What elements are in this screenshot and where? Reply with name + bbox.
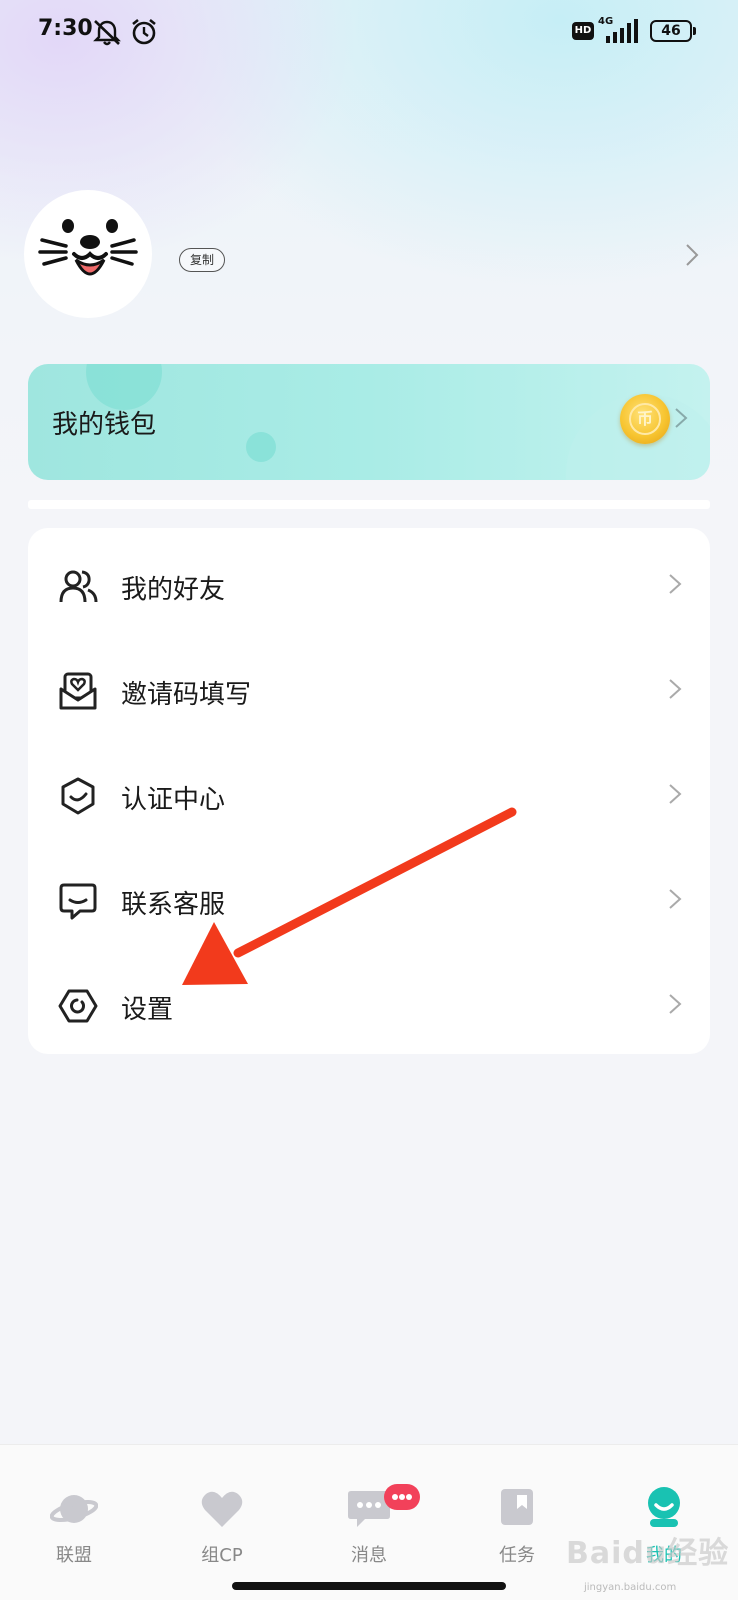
wallet-card[interactable]: 我的钱包 币 <box>28 364 710 480</box>
menu-item-label: 认证中心 <box>121 785 226 815</box>
watermark: Baidu经验 <box>566 1536 730 1571</box>
tab-alliance[interactable]: 联盟 <box>0 1445 148 1566</box>
status-time: 7:30 <box>38 16 93 41</box>
status-bar: 7:30 HD 4G 46 <box>0 0 738 64</box>
menu-item-verification[interactable]: 认证中心 <box>28 742 710 847</box>
menu-item-customer-service[interactable]: 联系客服 <box>28 847 710 952</box>
profile-icon <box>648 1487 680 1527</box>
signal-icon <box>606 19 638 43</box>
wallet-decor-bubble <box>246 432 276 462</box>
settings-icon <box>58 989 98 1023</box>
message-badge <box>384 1484 420 1510</box>
tab-label: 消息 <box>351 1545 387 1566</box>
menu-item-invite-code[interactable]: 邀请码填写 <box>28 637 710 742</box>
menu-item-label: 邀请码填写 <box>121 680 252 710</box>
tab-messages[interactable]: 消息 <box>295 1445 443 1566</box>
menu-item-label: 设置 <box>121 995 174 1025</box>
seal-face-icon <box>38 219 138 276</box>
avatar[interactable] <box>24 190 152 318</box>
chat-service-icon <box>59 883 97 920</box>
invite-mail-icon <box>59 672 97 710</box>
shield-check-icon <box>61 777 95 815</box>
chevron-right-icon <box>669 784 682 804</box>
profile-chevron-right-icon[interactable] <box>684 242 700 268</box>
divider <box>28 500 710 509</box>
alarm-icon <box>132 18 156 45</box>
mute-bell-icon <box>93 20 121 46</box>
coin-icon: 币 <box>620 394 670 444</box>
friends-icon <box>59 570 98 603</box>
coin-symbol: 币 <box>629 403 661 435</box>
bottom-tab-bar: 联盟 组CP 消息 任务 我的 <box>0 1444 738 1600</box>
tab-label: 联盟 <box>56 1545 92 1566</box>
chevron-right-icon <box>669 889 682 909</box>
copy-id-button[interactable]: 复制 <box>179 248 225 272</box>
home-indicator[interactable] <box>232 1582 506 1590</box>
hd-badge: HD <box>572 22 594 40</box>
task-book-icon <box>501 1489 533 1525</box>
menu-item-friends[interactable]: 我的好友 <box>28 532 710 637</box>
tab-label: 组CP <box>201 1545 243 1566</box>
battery-indicator: 46 <box>650 20 696 42</box>
menu-item-settings[interactable]: 设置 <box>28 952 710 1057</box>
chevron-right-icon <box>669 994 682 1014</box>
wallet-chevron-right-icon <box>675 408 688 428</box>
chevron-right-icon <box>669 679 682 699</box>
menu-item-label: 我的好友 <box>121 575 226 605</box>
chevron-right-icon <box>669 574 682 594</box>
menu-list: 我的好友 邀请码填写 认证中心 联系客服 设置 <box>28 528 710 1054</box>
heart-icon <box>201 1491 243 1527</box>
menu-item-label: 联系客服 <box>121 890 226 920</box>
watermark-url: jingyan.baidu.com <box>584 1582 677 1593</box>
wallet-title: 我的钱包 <box>52 410 157 440</box>
planet-icon <box>50 1495 98 1523</box>
tab-cp[interactable]: 组CP <box>148 1445 296 1566</box>
